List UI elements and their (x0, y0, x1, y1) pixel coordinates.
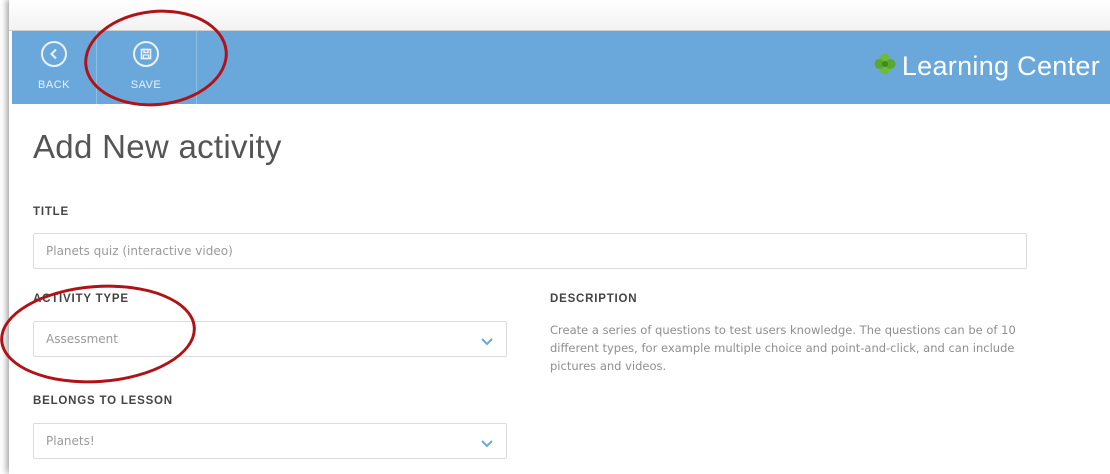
title-input[interactable] (33, 233, 1027, 269)
lesson-value: Planets! (46, 434, 95, 448)
page-title: Add New activity (33, 128, 282, 165)
chevron-down-icon (480, 334, 494, 346)
activity-type-select[interactable]: Assessment (33, 321, 507, 357)
description-label: DESCRIPTION (550, 293, 638, 305)
clover-logo-icon (874, 51, 896, 82)
title-label: TITLE (33, 206, 69, 218)
chevron-down-icon (480, 436, 494, 448)
back-button[interactable]: BACK (12, 31, 97, 104)
save-icon (133, 41, 159, 67)
back-arrow-icon (41, 41, 67, 67)
back-label: BACK (38, 79, 70, 91)
activity-type-label: ACTIVITY TYPE (33, 293, 129, 305)
brand-name: Learning Center (901, 51, 1100, 81)
save-label: SAVE (130, 79, 162, 91)
description-text: Create a series of questions to test use… (550, 323, 1016, 373)
activity-type-value: Assessment (46, 332, 118, 346)
lesson-label: BELONGS TO LESSON (33, 395, 173, 407)
lesson-select[interactable]: Planets! (33, 423, 507, 459)
app-header: BACK SAVE Learning Center (12, 31, 1110, 104)
save-button[interactable]: SAVE (96, 31, 197, 104)
brand: Learning Center (874, 51, 1100, 82)
app-window: BACK SAVE Learning Center Add New activi… (9, 0, 1110, 474)
window-top-edge (9, 0, 1110, 31)
